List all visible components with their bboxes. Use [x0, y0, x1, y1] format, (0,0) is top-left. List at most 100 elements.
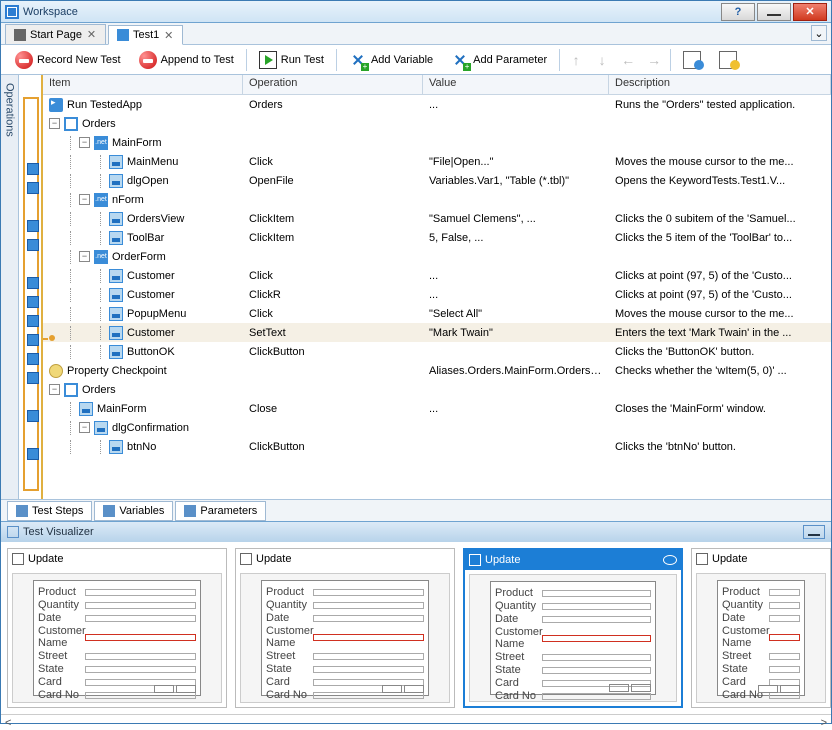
- visualizer-marker-icon: [27, 296, 39, 308]
- act-icon: [109, 326, 123, 340]
- close-button[interactable]: ✕: [793, 3, 827, 21]
- page-yellow-button[interactable]: [713, 48, 743, 72]
- button-label: Add Variable: [371, 54, 433, 66]
- grid-row[interactable]: dlgOpenOpenFileVariables.Var1, "Table (*…: [43, 171, 831, 190]
- minimize-panel-button[interactable]: [803, 525, 825, 539]
- proc-icon: [64, 117, 78, 131]
- page-blue-button[interactable]: [677, 48, 707, 72]
- column-header-value[interactable]: Value: [423, 75, 609, 94]
- separator: [670, 49, 671, 71]
- value-cell: ...: [423, 270, 609, 282]
- expand-toggle[interactable]: −: [79, 137, 90, 148]
- grid-row[interactable]: − Orders: [43, 114, 831, 133]
- visualizer-thumbnail[interactable]: UpdateProductQuantityDateCustomer NameSt…: [691, 548, 831, 708]
- grid-row[interactable]: ButtonOKClickButtonClicks the 'ButtonOK'…: [43, 342, 831, 361]
- grid-row[interactable]: PopupMenuClick"Select All"Moves the mous…: [43, 304, 831, 323]
- act-icon: [94, 421, 108, 435]
- bottom-tabs: Test Steps Variables Parameters: [1, 499, 831, 521]
- visualizer-thumbnail[interactable]: UpdateProductQuantityDateCustomer NameSt…: [235, 548, 455, 708]
- outdent-button[interactable]: ←: [618, 50, 638, 70]
- grid-row[interactable]: CustomerClick...Clicks at point (97, 5) …: [43, 266, 831, 285]
- grid-row[interactable]: CustomerClickR...Clicks at point (97, 5)…: [43, 285, 831, 304]
- grid-row[interactable]: −Orders: [43, 380, 831, 399]
- net-icon: [94, 250, 108, 264]
- move-down-button[interactable]: ↓: [592, 50, 612, 70]
- checkbox[interactable]: [12, 553, 24, 565]
- visualizer-marker-icon: [27, 315, 39, 327]
- page-icon: [719, 51, 737, 69]
- expand-toggle[interactable]: −: [49, 384, 60, 395]
- visualizer-marker-icon: [27, 448, 39, 460]
- item-label: MainForm: [112, 137, 162, 149]
- scroll-right-icon[interactable]: >: [821, 717, 827, 729]
- column-header-item[interactable]: Item: [43, 75, 243, 94]
- grid-row[interactable]: ToolBarClickItem5, False, ...Clicks the …: [43, 228, 831, 247]
- operation-cell: Click: [243, 156, 423, 168]
- tab-parameters[interactable]: Parameters: [175, 501, 266, 521]
- item-label: Property Checkpoint: [67, 365, 167, 377]
- item-label: Run TestedApp: [67, 99, 142, 111]
- tab-test1[interactable]: Test1 ✕: [108, 25, 183, 45]
- thumbnail-image: ProductQuantityDateCustomer NameStreetSt…: [696, 573, 826, 703]
- grid-row[interactable]: btnNoClickButtonClicks the 'btnNo' butto…: [43, 437, 831, 456]
- visualizer-thumbnail[interactable]: UpdateProductQuantityDateCustomer NameSt…: [7, 548, 227, 708]
- add-parameter-button[interactable]: + Add Parameter: [445, 48, 553, 72]
- checkbox[interactable]: [696, 553, 708, 565]
- tab-variables[interactable]: Variables: [94, 501, 173, 521]
- item-label: MainForm: [97, 403, 147, 415]
- grid-row[interactable]: MainFormClose...Closes the 'MainForm' wi…: [43, 399, 831, 418]
- minimize-button[interactable]: [757, 3, 791, 21]
- net-icon: [94, 136, 108, 150]
- grid-row[interactable]: − OrderForm: [43, 247, 831, 266]
- column-header-description[interactable]: Description: [609, 75, 831, 94]
- grid-row[interactable]: − MainForm: [43, 133, 831, 152]
- description-cell: Clicks the 'btnNo' button.: [609, 441, 831, 453]
- expand-toggle[interactable]: −: [79, 422, 90, 433]
- expand-toggle[interactable]: −: [79, 194, 90, 205]
- checkbox[interactable]: [469, 554, 481, 566]
- description-cell: Clicks the 5 item of the 'ToolBar' to...: [609, 232, 831, 244]
- visualizer-title: Test Visualizer: [23, 526, 94, 538]
- tab-start-page[interactable]: Start Page ✕: [5, 24, 106, 44]
- item-label: OrderForm: [112, 251, 166, 263]
- grid-row[interactable]: Property CheckpointAliases.Orders.MainFo…: [43, 361, 831, 380]
- grid-row[interactable]: −dlgConfirmation: [43, 418, 831, 437]
- run-test-button[interactable]: Run Test: [253, 48, 330, 72]
- close-icon[interactable]: ✕: [86, 29, 97, 40]
- grid-row[interactable]: MainMenuClick"File|Open..."Moves the mou…: [43, 152, 831, 171]
- parameter-icon: +: [451, 51, 469, 69]
- visualizer-thumbnail[interactable]: UpdateProductQuantityDateCustomer NameSt…: [463, 548, 683, 708]
- description-cell: Moves the mouse cursor to the me...: [609, 156, 831, 168]
- app-icon: [49, 98, 63, 112]
- help-button[interactable]: ?: [721, 3, 755, 21]
- indent-button[interactable]: →: [644, 50, 664, 70]
- column-header-operation[interactable]: Operation: [243, 75, 423, 94]
- grid-row[interactable]: Run TestedAppOrders...Runs the "Orders" …: [43, 95, 831, 114]
- grid-row[interactable]: −nForm: [43, 190, 831, 209]
- test-steps-grid[interactable]: Item Operation Value Description Run Tes…: [43, 75, 831, 499]
- visualizer-scrollbar[interactable]: < >: [1, 714, 831, 730]
- highlight-bracket: [23, 97, 39, 491]
- app-icon: [5, 5, 19, 19]
- scroll-left-icon[interactable]: <: [5, 717, 11, 729]
- tab-test-steps[interactable]: Test Steps: [7, 501, 92, 521]
- operations-panel-collapsed[interactable]: Operations: [1, 75, 19, 499]
- grid-row[interactable]: CustomerSetText"Mark Twain"Enters the te…: [43, 323, 831, 342]
- tab-label: Parameters: [200, 505, 257, 517]
- operation-cell: SetText: [243, 327, 423, 339]
- checkbox[interactable]: [240, 553, 252, 565]
- chevron-down-icon[interactable]: ⌄: [811, 25, 827, 41]
- add-variable-button[interactable]: + Add Variable: [343, 48, 439, 72]
- act-icon: [109, 288, 123, 302]
- close-icon[interactable]: ✕: [163, 30, 174, 41]
- expand-toggle[interactable]: −: [79, 251, 90, 262]
- description-cell: Opens the KeywordTests.Test1.V...: [609, 175, 831, 187]
- append-to-test-button[interactable]: Append to Test: [133, 48, 240, 72]
- visualizer-titlebar: Test Visualizer: [1, 522, 831, 542]
- move-up-button[interactable]: ↑: [566, 50, 586, 70]
- record-new-test-button[interactable]: Record New Test: [9, 48, 127, 72]
- grid-row[interactable]: OrdersViewClickItem"Samuel Clemens", ...…: [43, 209, 831, 228]
- item-label: Orders: [82, 118, 116, 130]
- expand-toggle[interactable]: −: [49, 118, 60, 129]
- tab-label: Test1: [133, 29, 159, 41]
